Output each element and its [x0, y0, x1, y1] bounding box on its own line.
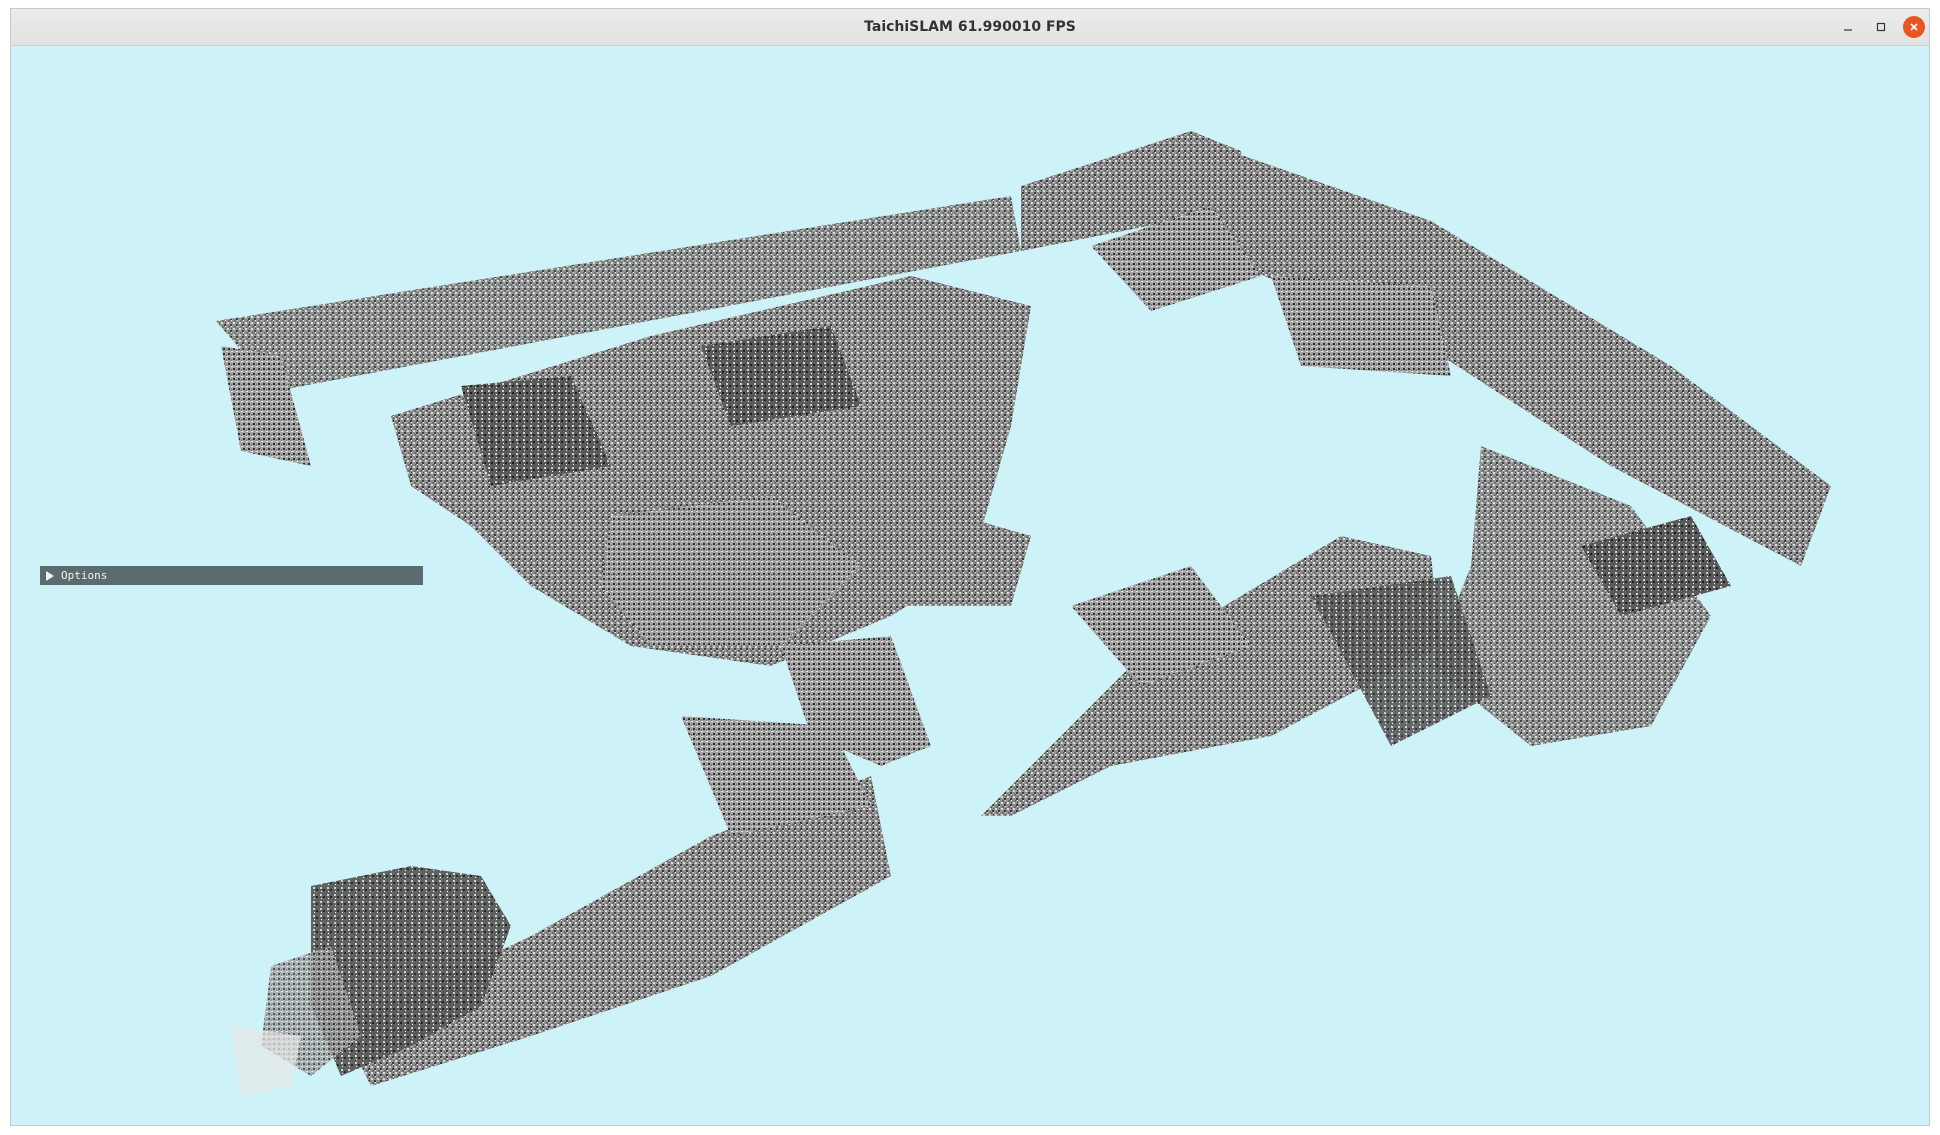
cloud-segment	[231, 1026, 301, 1096]
triangle-right-icon	[46, 570, 54, 581]
title-bar[interactable]: TaichiSLAM 61.990010 FPS	[11, 9, 1929, 46]
window-title: TaichiSLAM 61.990010 FPS	[864, 19, 1076, 35]
minimize-button[interactable]	[1837, 16, 1859, 38]
maximize-button[interactable]	[1870, 16, 1892, 38]
minimize-icon	[1844, 29, 1852, 31]
close-icon	[1910, 23, 1918, 31]
cloud-segment	[1271, 276, 1451, 376]
3d-viewport[interactable]: Options	[11, 46, 1929, 1125]
options-panel-header[interactable]: Options	[40, 566, 423, 585]
point-cloud-map	[216, 131, 1831, 1096]
options-label: Options	[61, 569, 108, 582]
close-button[interactable]	[1903, 16, 1925, 38]
maximize-icon	[1876, 22, 1886, 32]
app-window: TaichiSLAM 61.990010 FPS Options	[10, 8, 1930, 1126]
